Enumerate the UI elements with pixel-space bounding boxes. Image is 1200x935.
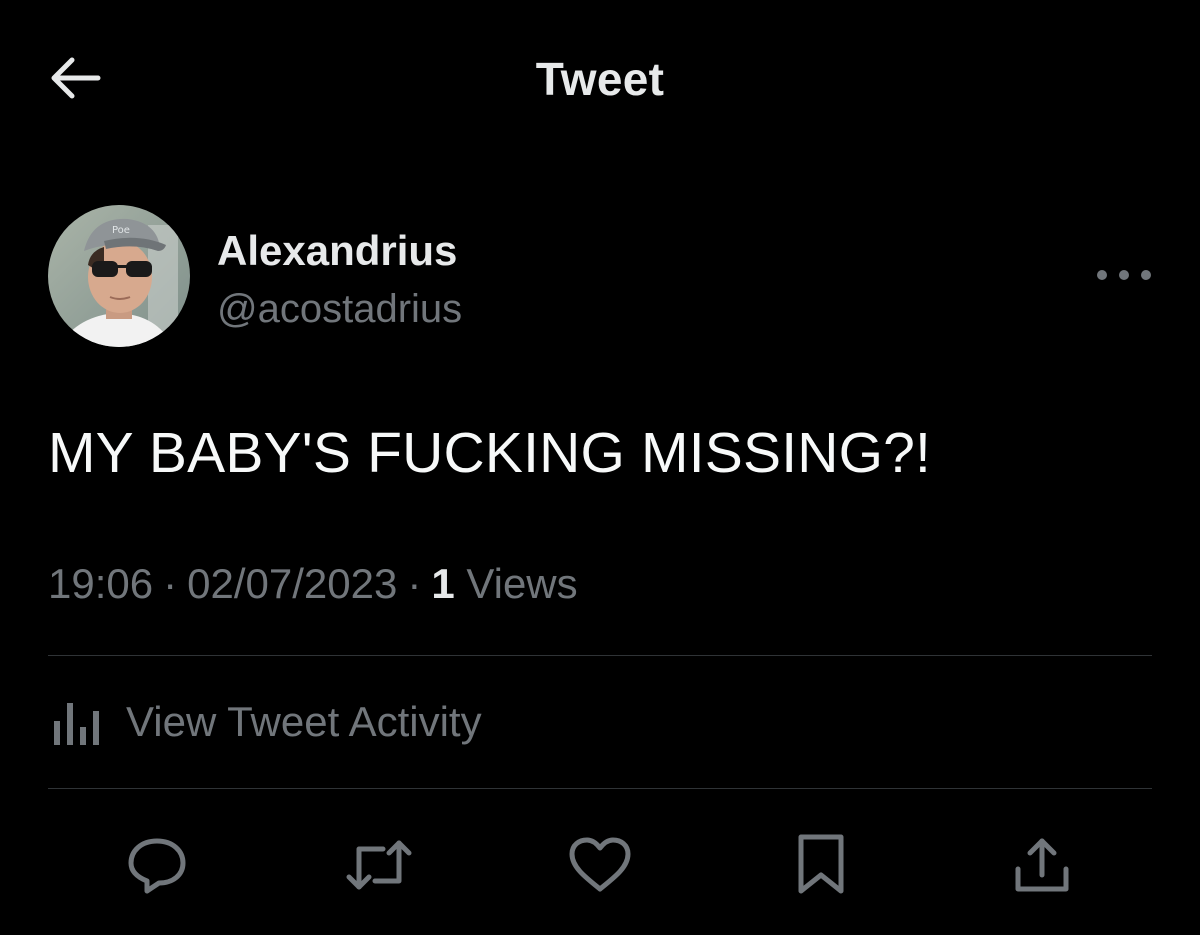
view-tweet-activity-label: View Tweet Activity <box>126 698 482 745</box>
ellipsis-icon <box>1097 270 1151 280</box>
tweet-meta: 19:06 · 02/07/2023 · 1 Views <box>48 560 578 608</box>
views-count[interactable]: 1 <box>431 560 454 607</box>
views-label[interactable]: Views <box>466 560 577 607</box>
display-name[interactable]: Alexandrius <box>217 227 457 275</box>
top-bar: Tweet <box>0 0 1200 160</box>
action-bar <box>0 820 1200 910</box>
reply-icon <box>128 838 186 894</box>
tweet-date: 02/07/2023 <box>187 560 398 607</box>
user-handle[interactable]: @acostadrius <box>217 287 462 332</box>
retweet-button[interactable] <box>334 820 424 910</box>
more-options-button[interactable] <box>1084 255 1164 295</box>
bookmark-button[interactable] <box>776 820 866 910</box>
divider <box>48 788 1152 789</box>
share-icon <box>1015 838 1069 892</box>
tweet-author: Poe Alexandrius @acostadrius <box>48 205 1152 350</box>
svg-text:Poe: Poe <box>112 225 130 236</box>
page-title: Tweet <box>535 53 665 105</box>
separator-dot: · <box>407 560 422 607</box>
avatar-photo: Poe <box>48 205 190 347</box>
share-button[interactable] <box>997 820 1087 910</box>
bar-chart-icon <box>54 703 99 745</box>
bookmark-icon <box>798 834 844 894</box>
tweet-text: MY BABY'S FUCKING MISSING?! <box>48 421 932 485</box>
view-tweet-activity-button[interactable]: View Tweet Activity <box>48 690 482 754</box>
separator-dot: · <box>163 560 178 607</box>
reply-button[interactable] <box>112 820 202 910</box>
retweet-icon <box>346 840 412 890</box>
avatar[interactable]: Poe <box>48 205 190 347</box>
tweet-time: 19:06 <box>48 560 154 607</box>
like-button[interactable] <box>555 820 645 910</box>
heart-icon <box>569 837 631 892</box>
divider <box>48 655 1152 656</box>
